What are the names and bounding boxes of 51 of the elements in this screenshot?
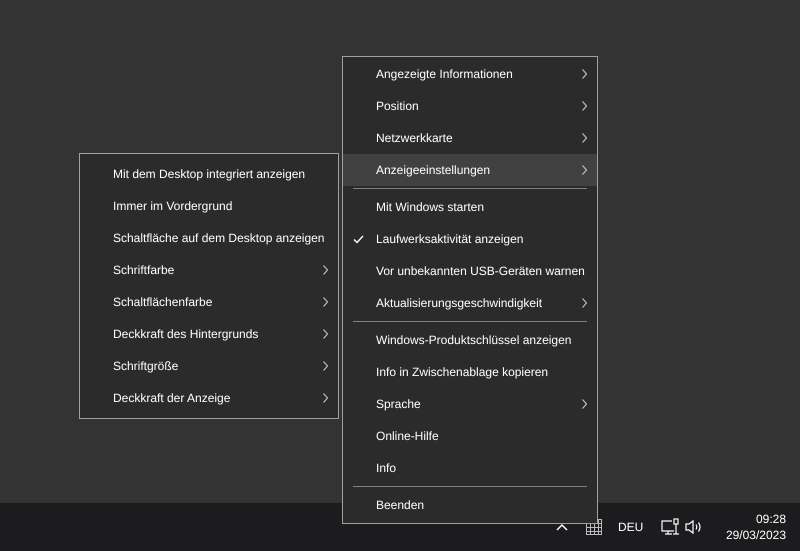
menu-item-label: Anzeigeeinstellungen xyxy=(376,163,492,177)
menu-item-label: Sprache xyxy=(376,397,422,411)
menu-item-label: Angezeigte Informationen xyxy=(376,67,514,81)
menu-item[interactable]: Schaltfläche auf dem Desktop anzeigen xyxy=(80,222,338,254)
menu-item-label: Schaltfläche auf dem Desktop anzeigen xyxy=(113,231,326,245)
menu-item-label: Schaltflächenfarbe xyxy=(113,295,214,309)
menu-item[interactable]: Online-Hilfe xyxy=(343,420,597,452)
menu-item[interactable]: Deckkraft des Hintergrunds xyxy=(80,318,338,350)
menu-item-label: Position xyxy=(376,99,420,113)
menu-item-label: Info in Zwischenablage kopieren xyxy=(376,365,550,379)
menu-item[interactable]: Position xyxy=(343,90,597,122)
menu-item[interactable]: Angezeigte Informationen xyxy=(343,58,597,90)
clock[interactable]: 09:28 29/03/2023 xyxy=(726,511,786,543)
menu-item[interactable]: Vor unbekannten USB-Geräten warnen xyxy=(343,255,597,287)
menu-item-label: Deckkraft der Anzeige xyxy=(113,391,232,405)
network-icon[interactable] xyxy=(661,518,680,536)
menu-item[interactable]: Beenden xyxy=(343,489,597,521)
menu-item[interactable]: Aktualisierungsgeschwindigkeit xyxy=(343,287,597,319)
menu-item-label: Immer im Vordergrund xyxy=(113,199,234,213)
clock-time: 09:28 xyxy=(756,511,786,527)
menu-item[interactable]: Mit dem Desktop integriert anzeigen xyxy=(80,158,338,190)
menu-item-label: Mit Windows starten xyxy=(376,200,486,214)
menu-item-label: Beenden xyxy=(376,498,426,512)
chevron-up-icon[interactable] xyxy=(556,523,568,531)
menu-item-label: Aktualisierungsgeschwindigkeit xyxy=(376,296,544,310)
menu-item[interactable]: Schaltflächenfarbe xyxy=(80,286,338,318)
menu-item-label: Netzwerkkarte xyxy=(376,131,454,145)
menu-item-label: Windows-Produktschlüssel anzeigen xyxy=(376,333,572,347)
menu-item-label: Deckkraft des Hintergrunds xyxy=(113,327,260,341)
menu-item[interactable]: Sprache xyxy=(343,388,597,420)
menu-item[interactable]: Info in Zwischenablage kopieren xyxy=(343,356,597,388)
menu-item[interactable]: Schriftfarbe xyxy=(80,254,338,286)
menu-item[interactable]: Mit Windows starten xyxy=(343,191,597,223)
menu-item[interactable]: Schriftgröße xyxy=(80,350,338,382)
menu-item-label: Laufwerksaktivität anzeigen xyxy=(376,232,524,246)
speaker-icon[interactable] xyxy=(685,519,704,535)
menu-item-label: Schriftfarbe xyxy=(113,263,176,277)
menu-item[interactable]: Deckkraft der Anzeige xyxy=(80,382,338,414)
menu-item[interactable]: Anzeigeeinstellungen xyxy=(343,154,597,186)
language-indicator[interactable]: DEU xyxy=(618,520,644,534)
menu-item-label: Schriftgröße xyxy=(113,359,180,373)
menu-item[interactable]: Laufwerksaktivität anzeigen xyxy=(343,223,597,255)
menu-item-label: Info xyxy=(376,461,398,475)
menu-item[interactable]: Netzwerkkarte xyxy=(343,122,597,154)
menu-item-label: Vor unbekannten USB-Geräten warnen xyxy=(376,264,586,278)
menu-item-label: Mit dem Desktop integriert anzeigen xyxy=(113,167,306,181)
clock-date: 29/03/2023 xyxy=(726,527,786,543)
menu-item-label: Online-Hilfe xyxy=(376,429,440,443)
menu-item[interactable]: Windows-Produktschlüssel anzeigen xyxy=(343,324,597,356)
menu-item[interactable]: Info xyxy=(343,452,597,484)
menu-item[interactable]: Immer im Vordergrund xyxy=(80,190,338,222)
